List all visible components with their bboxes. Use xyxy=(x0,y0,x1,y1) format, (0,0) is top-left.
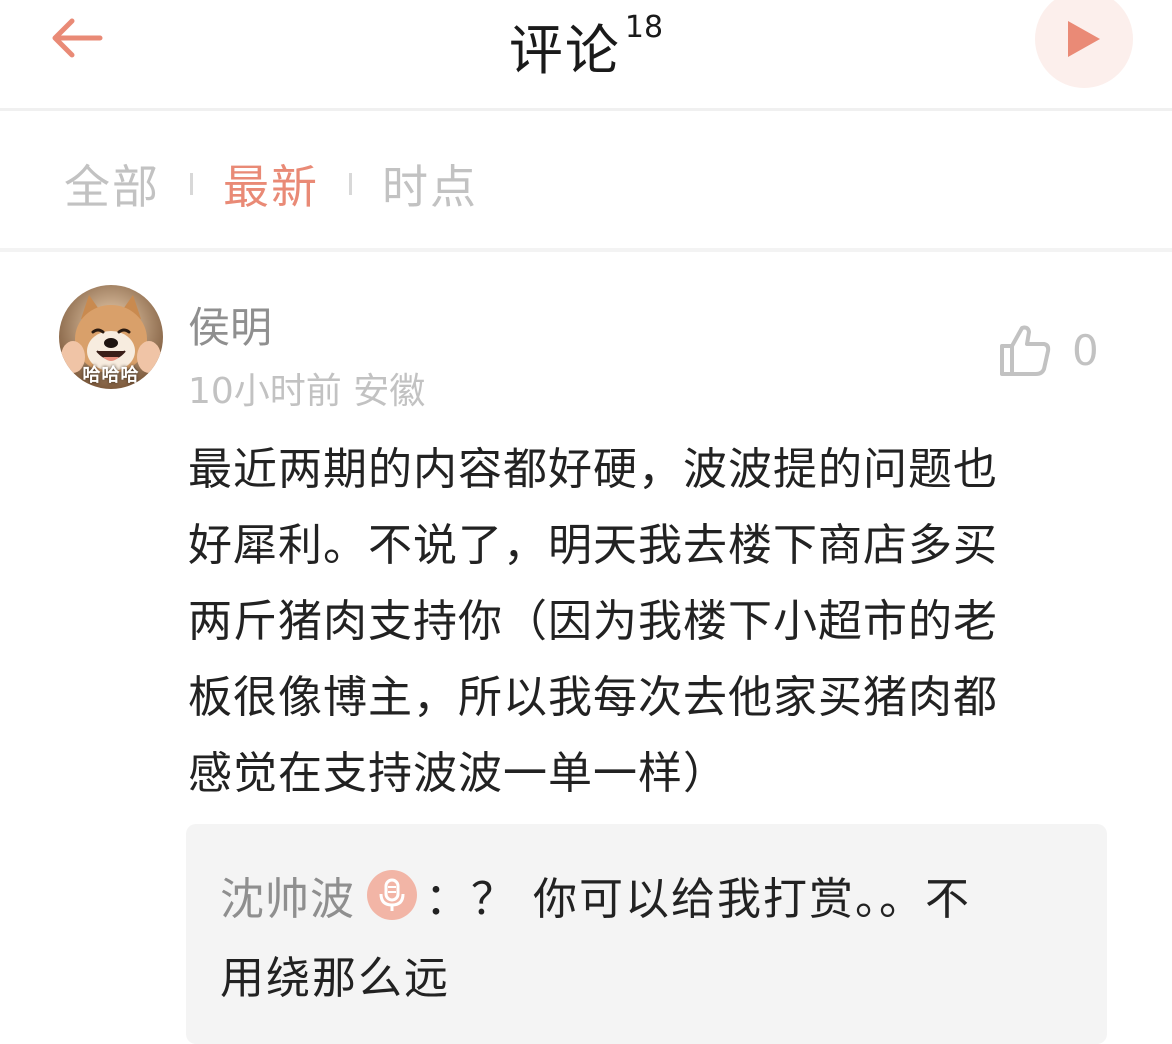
avatar-caption: 哈哈哈 xyxy=(82,365,140,386)
tab-separator xyxy=(349,173,352,195)
comment-line: 两斤猪肉支持你（因为我楼下小超市的老 xyxy=(188,596,998,647)
tab-separator xyxy=(190,173,193,195)
comment-meta: 10小时前 安徽 xyxy=(188,362,425,414)
tab-latest[interactable]: 最新 xyxy=(223,151,319,217)
sort-tabs: 全部 最新 时点 xyxy=(64,152,478,216)
tab-timepoint[interactable]: 时点 xyxy=(382,151,478,217)
comment-line: 最近两期的内容都好硬，波波提的问题也 xyxy=(188,444,998,495)
comment-line: 感觉在支持波波一单一样） xyxy=(188,748,728,799)
reply-text: ：？ 你可以给我打赏。。不 xyxy=(425,874,971,925)
page-title-text: 评论 xyxy=(508,19,621,82)
top-bar: 评论 18 xyxy=(0,0,1172,108)
like-count: 0 xyxy=(1072,325,1099,375)
comment-body: 最近两期的内容都好硬，波波提的问题也 好犀利。不说了，明天我去楼下商店多买 两斤… xyxy=(188,432,1113,812)
comment-line: 好犀利。不说了，明天我去楼下商店多买 xyxy=(188,520,998,571)
like-button[interactable]: 0 xyxy=(996,318,1099,382)
thumbs-up-icon xyxy=(1000,325,1051,376)
avatar[interactable]: 哈哈哈 xyxy=(59,285,163,389)
tabs-divider xyxy=(0,248,1172,252)
tab-all[interactable]: 全部 xyxy=(64,151,160,217)
play-icon xyxy=(1068,21,1100,57)
reply-first-line: 沈帅波 ：？ 你可以给我打赏。。不 xyxy=(220,860,971,930)
page-title: 评论 18 xyxy=(0,6,1172,85)
microphone-icon xyxy=(367,870,417,920)
comment-username[interactable]: 侯明 xyxy=(188,294,272,355)
comment-line: 板很像博主，所以我每次去他家买猪肉都 xyxy=(188,672,998,723)
comment-count: 18 xyxy=(624,10,664,45)
reply-text-continued: 用绕那么远 xyxy=(220,953,450,1004)
comment-time: 10小时前 xyxy=(188,371,342,412)
comment-location: 安徽 xyxy=(353,371,426,412)
reply-author[interactable]: 沈帅波 xyxy=(220,863,355,927)
author-reply[interactable]: 沈帅波 ：？ 你可以给我打赏。。不 用绕那么远 xyxy=(186,824,1107,1044)
header-divider xyxy=(0,108,1172,111)
